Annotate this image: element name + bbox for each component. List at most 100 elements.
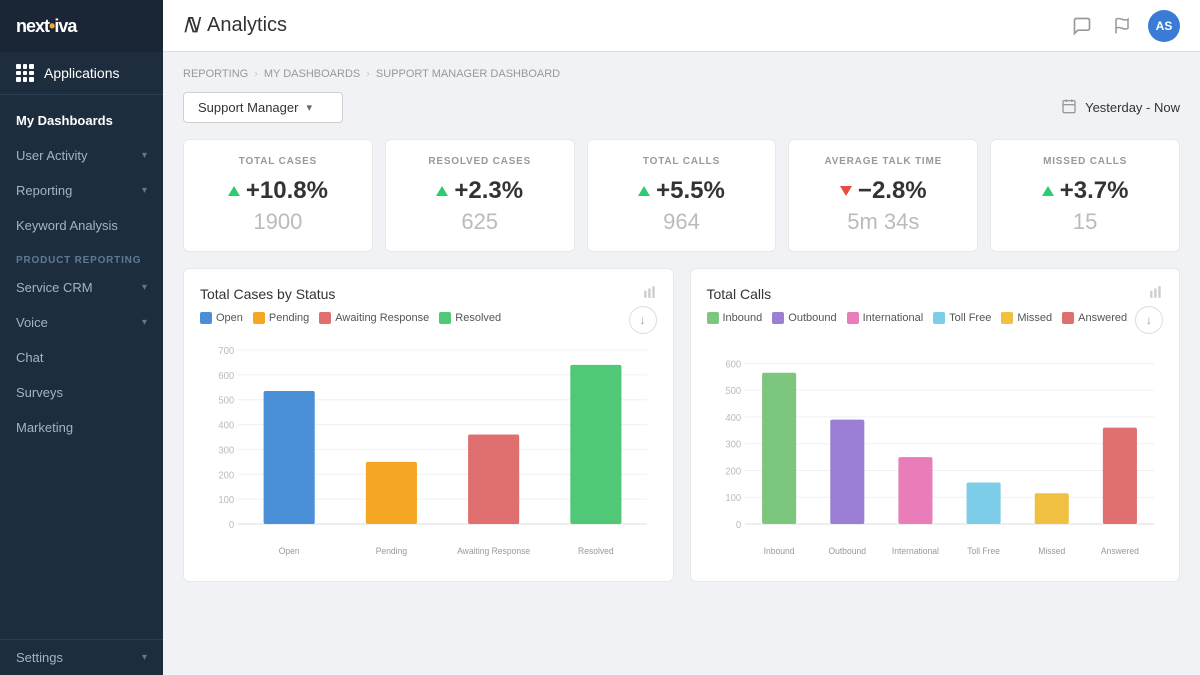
- legend-color: [1062, 312, 1074, 324]
- chart-title: Total Cases by Status: [200, 286, 335, 302]
- product-reporting-section-label: PRODUCT REPORTING: [0, 243, 163, 270]
- kpi-percentage: +10.8%: [246, 177, 328, 205]
- applications-label: Applications: [44, 65, 120, 81]
- sidebar-bottom: Settings ▾: [0, 639, 163, 675]
- kpi-card-missed-calls: MISSED CALLS +3.7% 15: [990, 139, 1180, 252]
- breadcrumb-current: SUPPORT MANAGER DASHBOARD: [376, 68, 560, 80]
- breadcrumb-reporting[interactable]: REPORTING: [183, 68, 248, 80]
- bar-chart-icon[interactable]: [1149, 285, 1163, 302]
- legend-label: International: [863, 312, 924, 324]
- svg-text:Resolved: Resolved: [578, 546, 614, 556]
- sidebar-item-reporting[interactable]: Reporting ▾: [0, 173, 163, 208]
- legend-item: Open: [200, 312, 243, 324]
- legend-label: Open: [216, 312, 243, 324]
- cases-chart-svg: 0100200300400500600700OpenPendingAwaitin…: [200, 340, 657, 560]
- sidebar-item-label: Voice: [16, 315, 48, 330]
- svg-text:400: 400: [218, 420, 234, 431]
- legend-label: Outbound: [788, 312, 836, 324]
- applications-button[interactable]: Applications: [0, 52, 163, 95]
- total-calls-chart: Total Calls Inbound Outbound International…: [690, 268, 1181, 582]
- logo: next•iva: [16, 16, 76, 37]
- date-range-selector[interactable]: Yesterday - Now: [1061, 98, 1180, 117]
- svg-text:200: 200: [725, 466, 741, 477]
- legend-color: [319, 312, 331, 324]
- topbar-left: ℕ Analytics: [183, 13, 287, 38]
- sidebar-item-marketing[interactable]: Marketing: [0, 410, 163, 445]
- legend-item: International: [847, 312, 924, 324]
- kpi-percentage: +5.5%: [656, 177, 725, 205]
- sidebar-item-label: Surveys: [16, 385, 63, 400]
- svg-text:400: 400: [725, 413, 741, 424]
- legend-color: [772, 312, 784, 324]
- kpi-label: RESOLVED CASES: [402, 156, 558, 167]
- sidebar-item-label: Chat: [16, 350, 43, 365]
- kpi-row: TOTAL CASES +10.8% 1900 RESOLVED CASES +…: [183, 139, 1180, 252]
- trend-up-icon: [436, 186, 448, 196]
- trend-up-icon: [1042, 186, 1054, 196]
- sidebar-item-label: My Dashboards: [16, 113, 113, 128]
- kpi-card-total-calls: TOTAL CALLS +5.5% 964: [587, 139, 777, 252]
- svg-text:Awaiting Response: Awaiting Response: [457, 546, 530, 556]
- legend-color: [200, 312, 212, 324]
- svg-text:Toll Free: Toll Free: [967, 546, 1000, 556]
- svg-text:100: 100: [218, 495, 234, 506]
- bar-chart-icon[interactable]: [643, 285, 657, 302]
- sidebar-item-label: Reporting: [16, 183, 72, 198]
- sidebar-item-surveys[interactable]: Surveys: [0, 375, 163, 410]
- kpi-card-resolved-cases: RESOLVED CASES +2.3% 625: [385, 139, 575, 252]
- legend-label: Awaiting Response: [335, 312, 429, 324]
- legend-label: Pending: [269, 312, 309, 324]
- legend-label: Resolved: [455, 312, 501, 324]
- legend-label: Inbound: [723, 312, 763, 324]
- legend-item: Pending: [253, 312, 309, 324]
- chevron-down-icon: ▾: [306, 101, 312, 114]
- svg-text:600: 600: [218, 371, 234, 382]
- svg-text:International: International: [891, 546, 938, 556]
- cases-legend: Open Pending Awaiting Response Resolved: [200, 312, 657, 324]
- sidebar-item-my-dashboards[interactable]: My Dashboards: [0, 103, 163, 138]
- sidebar-item-service-crm[interactable]: Service CRM ▾: [0, 270, 163, 305]
- trend-up-icon: [228, 186, 240, 196]
- kpi-value: 1900: [200, 209, 356, 235]
- apps-grid-icon: [16, 64, 34, 82]
- kpi-change: +2.3%: [402, 177, 558, 205]
- svg-text:500: 500: [725, 386, 741, 397]
- svg-text:Answered: Answered: [1100, 546, 1138, 556]
- kpi-change: +3.7%: [1007, 177, 1163, 205]
- sidebar-item-settings[interactable]: Settings ▾: [0, 640, 163, 675]
- avatar[interactable]: AS: [1148, 10, 1180, 42]
- kpi-value: 625: [402, 209, 558, 235]
- download-button[interactable]: ↓: [629, 306, 657, 334]
- chart-actions: [643, 285, 657, 302]
- kpi-value: 5m 34s: [805, 209, 961, 235]
- main-content: ℕ Analytics AS REPORTING › MY DASHBOARDS…: [163, 0, 1200, 675]
- legend-item: Awaiting Response: [319, 312, 429, 324]
- kpi-label: AVERAGE TALK TIME: [805, 156, 961, 167]
- sidebar-item-label: Service CRM: [16, 280, 93, 295]
- calls-chart-svg: 0100200300400500600InboundOutboundIntern…: [707, 340, 1164, 560]
- legend-item: Toll Free: [933, 312, 991, 324]
- dashboard-dropdown[interactable]: Support Manager ▾: [183, 92, 343, 123]
- legend-color: [439, 312, 451, 324]
- svg-text:0: 0: [735, 520, 741, 531]
- flag-icon[interactable]: [1108, 12, 1136, 40]
- download-button[interactable]: ↓: [1135, 306, 1163, 334]
- page-title: Analytics: [207, 14, 287, 37]
- chevron-down-icon: ▾: [142, 185, 147, 196]
- sidebar-item-keyword-analysis[interactable]: Keyword Analysis: [0, 208, 163, 243]
- sidebar-item-user-activity[interactable]: User Activity ▾: [0, 138, 163, 173]
- chat-bubble-icon[interactable]: [1068, 12, 1096, 40]
- kpi-label: TOTAL CALLS: [604, 156, 760, 167]
- breadcrumb-my-dashboards[interactable]: MY DASHBOARDS: [264, 68, 360, 80]
- svg-text:Missed: Missed: [1038, 546, 1065, 556]
- sidebar: next•iva Applications My Dashboards User…: [0, 0, 163, 675]
- sidebar-item-voice[interactable]: Voice ▾: [0, 305, 163, 340]
- svg-text:100: 100: [725, 493, 741, 504]
- topbar-right: AS: [1068, 10, 1180, 42]
- chart-actions: [1149, 285, 1163, 302]
- legend-label: Missed: [1017, 312, 1052, 324]
- sidebar-item-chat[interactable]: Chat: [0, 340, 163, 375]
- chart-title: Total Calls: [707, 286, 772, 302]
- trend-up-icon: [638, 186, 650, 196]
- cases-by-status-chart: Total Cases by Status Open Pending Awaitin…: [183, 268, 674, 582]
